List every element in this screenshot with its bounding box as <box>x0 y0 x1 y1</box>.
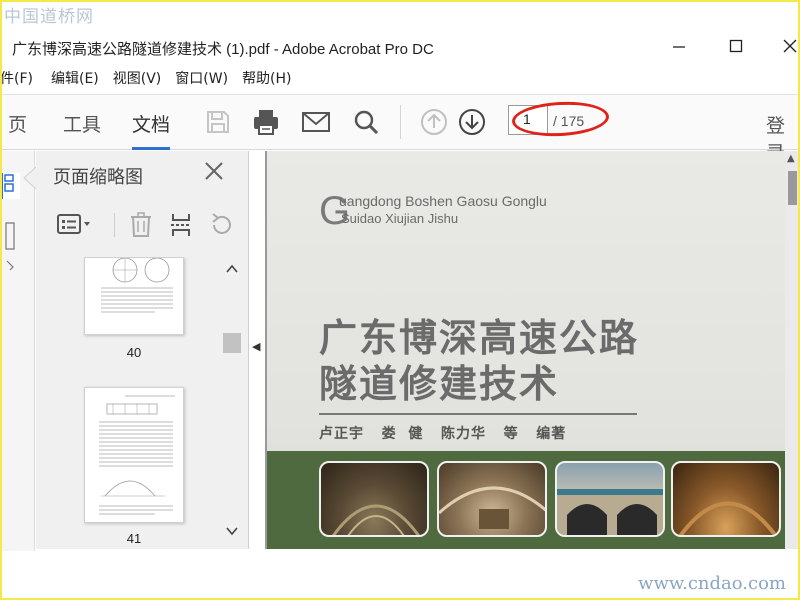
title-bar: 广东博深高速公路隧道修建技术 (1).pdf - Adobe Acrobat P… <box>0 28 800 64</box>
search-button[interactable] <box>349 105 383 139</box>
cover-title-line-1: 广东博深高速公路 <box>319 316 640 360</box>
page-thumbnails-nav-button[interactable] <box>0 173 20 199</box>
pdf-cover-page: G uangdong Boshen Gaosu Gonglu Suidao Xi… <box>267 151 785 549</box>
cover-english-line-2: Suidao Xiujian Jishu <box>341 211 459 226</box>
arrow-down-circle-icon <box>459 109 485 135</box>
cover-title-line-2: 隧道修建技术 <box>319 362 560 406</box>
close-icon <box>205 162 223 180</box>
cover-authors: 卢正宇 娄 健 陈力华 等 编著 <box>319 426 567 442</box>
thumbnail-preview <box>101 257 173 313</box>
panel-title: 页面缩略图 <box>53 167 143 188</box>
options-menu-icon <box>57 214 90 234</box>
tab-document[interactable]: 文档 <box>132 110 171 150</box>
menu-window[interactable]: 窗口(W) <box>175 68 228 90</box>
bookmark-icon[interactable] <box>4 221 16 251</box>
save-button[interactable] <box>201 105 235 139</box>
next-page-button[interactable] <box>455 105 489 139</box>
maximize-button[interactable] <box>726 36 746 56</box>
toolbar: 页 工具 文档 1 / 175 登 <box>0 94 800 164</box>
menu-file[interactable]: 件(F) <box>0 68 33 90</box>
printer-icon <box>254 110 278 135</box>
cover-photo-strip <box>267 451 785 549</box>
toolbar-separator <box>114 213 115 237</box>
attachment-icon[interactable] <box>4 259 16 271</box>
window-title: 广东博深高速公路隧道修建技术 (1).pdf - Adobe Acrobat P… <box>12 41 434 58</box>
previous-page-button[interactable] <box>417 105 451 139</box>
tunnel-photo <box>437 461 547 537</box>
minimize-icon <box>673 46 685 48</box>
print-button[interactable] <box>249 105 283 139</box>
toolbar-separator <box>400 105 401 139</box>
search-icon <box>354 110 379 135</box>
thumbnail-scrollbar[interactable] <box>222 257 242 549</box>
thumbnail-list: 40 41 <box>36 257 249 549</box>
rotate-page-button[interactable] <box>205 209 237 241</box>
panel-pointer-icon <box>23 167 36 189</box>
close-icon <box>783 39 797 53</box>
tunnel-portal-photo <box>555 461 665 537</box>
navigation-strip <box>0 151 35 551</box>
document-view: G uangdong Boshen Gaosu Gonglu Suidao Xi… <box>265 151 800 549</box>
thumbnail-panel: 页面缩略图 40 41 <box>23 151 249 549</box>
document-scrollbar[interactable]: ▲ <box>785 151 800 549</box>
maximize-icon <box>729 39 743 53</box>
arrow-up-circle-icon <box>421 109 447 135</box>
cover-title: 广东博深高速公路 隧道修建技术 <box>319 315 639 407</box>
chevron-up-icon[interactable] <box>222 261 242 281</box>
thumbnail-page-number: 40 <box>126 345 142 360</box>
menu-help[interactable]: 帮助(H) <box>242 68 291 90</box>
chevron-up-icon[interactable]: ▲ <box>787 153 795 164</box>
chevron-down-icon[interactable] <box>222 523 242 543</box>
cover-english-line-1: uangdong Boshen Gaosu Gonglu <box>339 193 547 209</box>
menu-bar: 件(F) 编辑(E) 视图(V) 窗口(W) 帮助(H) <box>0 68 306 90</box>
split-pages-icon <box>171 214 191 236</box>
mail-icon <box>302 112 330 132</box>
thumbnail-toolbar <box>36 207 249 243</box>
tab-home[interactable]: 页 <box>8 110 27 137</box>
page-thumbnail[interactable] <box>84 387 184 523</box>
thumbnail-preview <box>99 395 175 515</box>
trash-icon <box>131 212 151 237</box>
tunnel-photo <box>319 461 429 537</box>
watermark-top: 中国道桥网 <box>4 7 94 27</box>
rotate-icon <box>212 213 231 234</box>
menu-edit[interactable]: 编辑(E) <box>51 68 99 90</box>
extract-pages-button[interactable] <box>165 209 197 241</box>
save-icon <box>207 111 229 133</box>
email-button[interactable] <box>299 105 333 139</box>
scrollbar-thumb[interactable] <box>223 333 241 353</box>
thumbnail-options-button[interactable] <box>54 209 96 241</box>
page-thumbnail[interactable] <box>84 257 184 335</box>
delete-page-button[interactable] <box>125 209 157 241</box>
close-window-button[interactable] <box>780 36 800 56</box>
cover-divider <box>319 413 637 415</box>
watermark-bottom: www.cndao.com <box>638 573 786 594</box>
tab-tools[interactable]: 工具 <box>63 110 101 137</box>
minimize-button[interactable] <box>669 36 689 56</box>
scrollbar-thumb[interactable] <box>788 171 797 205</box>
collapse-panel-arrow-icon[interactable]: ◀ <box>252 340 260 353</box>
tunnel-photo <box>671 461 781 537</box>
thumbnail-page-number: 41 <box>126 531 142 546</box>
close-panel-button[interactable] <box>202 161 226 185</box>
thumbnails-icon <box>4 174 14 192</box>
menu-view[interactable]: 视图(V) <box>113 68 162 90</box>
